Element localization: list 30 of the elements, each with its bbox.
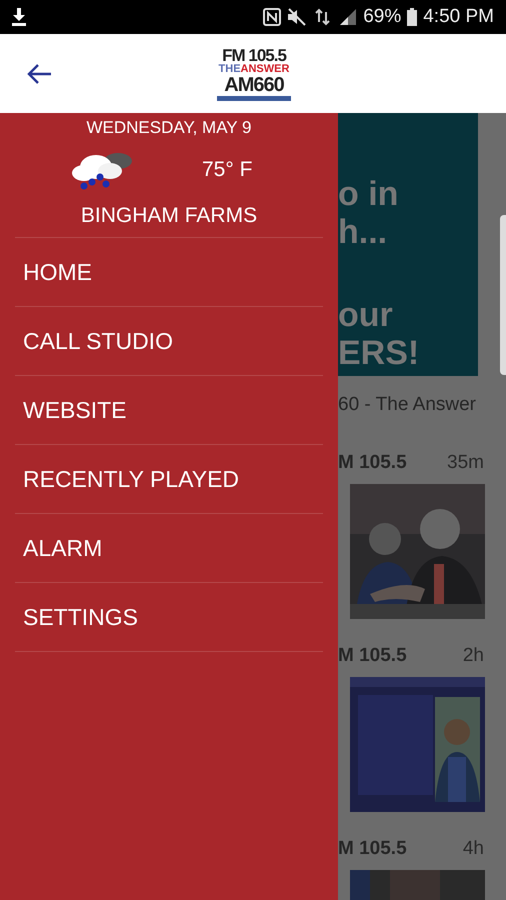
logo-text: FM 105.5 xyxy=(222,47,286,64)
post-age: 35m xyxy=(447,452,484,474)
banner-text: ERS! xyxy=(338,334,420,372)
battery-icon xyxy=(407,8,418,26)
clock: 4:50 PM xyxy=(423,6,494,28)
banner-text: o in xyxy=(338,175,400,214)
menu-item[interactable]: CALL STUDIO xyxy=(15,307,323,376)
post-source: M 105.5 xyxy=(338,452,407,474)
post-source: M 105.5 xyxy=(338,838,407,860)
signal-icon xyxy=(339,8,358,26)
menu-item[interactable]: RECENTLY PLAYED xyxy=(15,445,323,514)
nfc-icon xyxy=(263,8,282,26)
logo-text: AM660 xyxy=(224,75,284,95)
menu-item[interactable]: HOME xyxy=(15,238,323,307)
post-age: 2h xyxy=(462,645,484,667)
logo-text: THEANSWER xyxy=(218,64,290,75)
menu-item[interactable]: SETTINGS xyxy=(15,583,323,652)
post-source: M 105.5 xyxy=(338,645,407,667)
mute-icon xyxy=(287,8,308,26)
station-name: 60 - The Answer xyxy=(338,394,478,416)
menu-item[interactable]: WEBSITE xyxy=(15,376,323,445)
date-label: WEDNESDAY, MAY 9 xyxy=(85,118,252,138)
banner-text: our xyxy=(338,296,394,334)
location-label: BINGHAM FARMS xyxy=(15,204,323,238)
temperature: 75° F xyxy=(202,158,252,182)
banner-text: h... xyxy=(338,213,388,252)
menu-item[interactable]: ALARM xyxy=(15,514,323,583)
battery-percentage: 69% xyxy=(363,6,402,28)
download-icon xyxy=(12,8,26,26)
post-age: 4h xyxy=(462,838,484,860)
